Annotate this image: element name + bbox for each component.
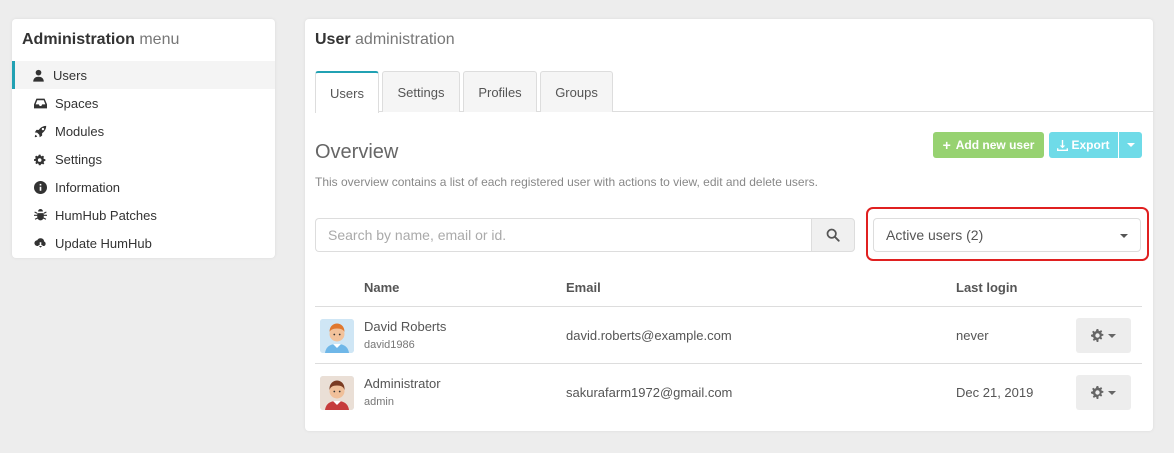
menu-item-humhub-patches[interactable]: HumHub Patches bbox=[12, 201, 275, 229]
plus-icon: + bbox=[942, 137, 951, 153]
user-last-login: never bbox=[956, 328, 989, 343]
menu-item-label: Spaces bbox=[55, 95, 99, 111]
menu-item-information[interactable]: Information bbox=[12, 173, 275, 201]
overview-title: Overview bbox=[315, 141, 399, 163]
menu-item-update-humhub[interactable]: Update HumHub bbox=[12, 229, 275, 257]
user-email: sakurafarm1972@gmail.com bbox=[566, 385, 733, 400]
export-button[interactable]: Export bbox=[1049, 132, 1118, 158]
menu-item-label: Settings bbox=[55, 151, 102, 167]
tab-profiles[interactable]: Profiles bbox=[463, 71, 537, 112]
menu-item-label: Modules bbox=[55, 123, 105, 139]
user-actions-button[interactable] bbox=[1076, 318, 1131, 353]
inbox-icon bbox=[33, 96, 47, 110]
column-header-last-login[interactable]: Last login bbox=[956, 280, 1017, 295]
export-dropdown-toggle[interactable] bbox=[1119, 132, 1142, 158]
filter-selected-value: Active users (2) bbox=[886, 227, 984, 243]
tab-label: Profiles bbox=[478, 84, 522, 100]
user-username: david1986 bbox=[364, 339, 415, 351]
column-header-name[interactable]: Name bbox=[364, 280, 399, 295]
panel-title-bold: User bbox=[315, 31, 351, 48]
tab-label: Settings bbox=[397, 84, 445, 100]
menu-item-label: HumHub Patches bbox=[55, 207, 157, 223]
user-status-filter-select[interactable]: Active users (2) bbox=[873, 218, 1141, 252]
user-display-name[interactable]: Administrator bbox=[364, 376, 441, 391]
tab-settings[interactable]: Settings bbox=[382, 71, 460, 112]
gear-icon bbox=[1091, 386, 1104, 399]
avatar[interactable] bbox=[320, 376, 354, 410]
user-last-login: Dec 21, 2019 bbox=[956, 385, 1034, 400]
user-email: david.roberts@example.com bbox=[566, 328, 732, 343]
chevron-down-icon bbox=[1126, 143, 1135, 147]
user-icon bbox=[31, 68, 45, 82]
gear-icon bbox=[1091, 329, 1104, 342]
table-row: Administrator admin sakurafarm1972@gmail… bbox=[315, 364, 1142, 421]
add-new-user-label: Add new user bbox=[955, 138, 1035, 152]
avatar[interactable] bbox=[320, 319, 354, 353]
menu-item-users[interactable]: Users bbox=[12, 61, 275, 89]
search-icon bbox=[826, 228, 840, 242]
export-label: Export bbox=[1071, 138, 1110, 152]
tab-label: Groups bbox=[555, 84, 598, 100]
info-circle-icon bbox=[33, 180, 47, 194]
menu-item-label: Users bbox=[53, 67, 87, 83]
chevron-down-icon bbox=[1120, 234, 1128, 238]
tab-groups[interactable]: Groups bbox=[540, 71, 613, 112]
bug-icon bbox=[33, 208, 47, 222]
cogs-icon bbox=[33, 152, 47, 166]
menu-item-label: Information bbox=[55, 179, 121, 195]
add-new-user-button[interactable]: + Add new user bbox=[933, 132, 1044, 158]
search-input[interactable] bbox=[315, 218, 811, 252]
user-display-name[interactable]: David Roberts bbox=[364, 319, 446, 334]
overview-description: This overview contains a list of each re… bbox=[315, 175, 818, 189]
admin-tabs: Users Settings Profiles Groups bbox=[315, 71, 1153, 113]
panel-title-rest: administration bbox=[355, 31, 455, 48]
cloud-download-icon bbox=[33, 236, 47, 250]
admin-menu-list: Users Spaces Modules Settings Informatio… bbox=[12, 61, 275, 257]
menu-item-modules[interactable]: Modules bbox=[12, 117, 275, 145]
admin-menu-title-rest: menu bbox=[139, 31, 180, 48]
admin-menu-title-bold: Administration bbox=[22, 31, 135, 48]
download-icon bbox=[1057, 139, 1069, 151]
column-header-email[interactable]: Email bbox=[566, 280, 601, 295]
users-table: Name Email Last login David Roberts davi… bbox=[315, 269, 1142, 421]
tab-users[interactable]: Users bbox=[315, 71, 379, 113]
admin-menu: Administration menu Users Spaces Modules bbox=[12, 19, 275, 258]
menu-item-label: Update HumHub bbox=[55, 235, 152, 251]
chevron-down-icon bbox=[1108, 333, 1116, 338]
chevron-down-icon bbox=[1108, 390, 1116, 395]
user-username: admin bbox=[364, 396, 394, 408]
panel-title: User administration bbox=[315, 31, 455, 49]
search-button[interactable] bbox=[811, 218, 855, 252]
admin-menu-title: Administration menu bbox=[12, 19, 275, 61]
tab-label: Users bbox=[330, 85, 364, 101]
table-header: Name Email Last login bbox=[315, 269, 1142, 307]
menu-item-spaces[interactable]: Spaces bbox=[12, 89, 275, 117]
table-row: David Roberts david1986 david.roberts@ex… bbox=[315, 307, 1142, 364]
user-administration-panel: User administration Users Settings Profi… bbox=[305, 19, 1153, 431]
rocket-icon bbox=[33, 124, 47, 138]
user-actions-button[interactable] bbox=[1076, 375, 1131, 410]
menu-item-settings[interactable]: Settings bbox=[12, 145, 275, 173]
